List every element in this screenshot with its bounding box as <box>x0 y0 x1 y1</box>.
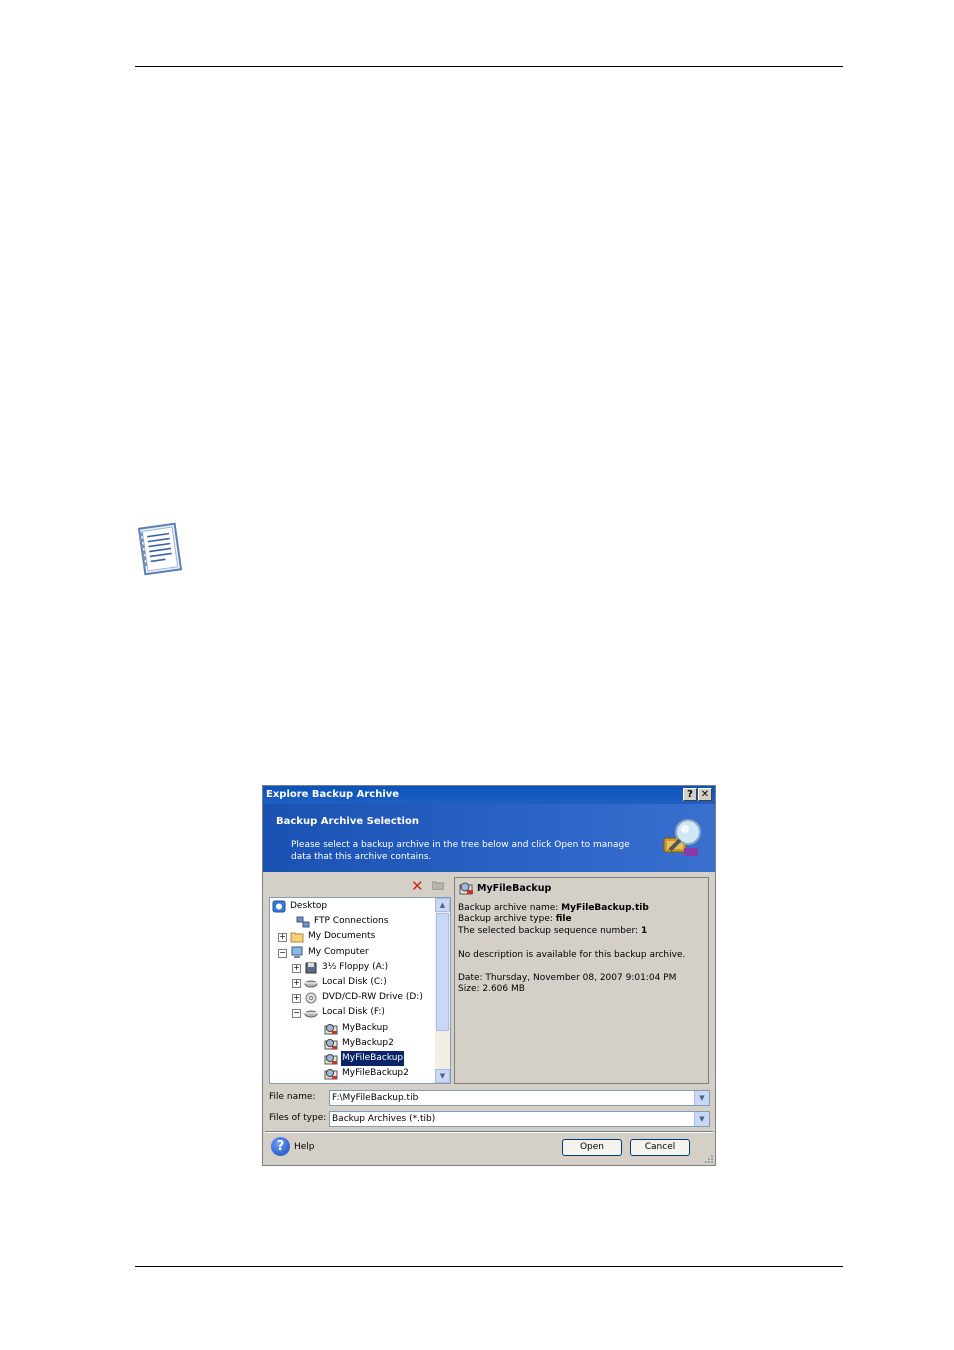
file-name-label: File name: <box>269 1092 316 1102</box>
cdrom-icon <box>305 992 317 1004</box>
archive-icon <box>324 1038 338 1050</box>
archive-magnifier-icon <box>663 819 701 856</box>
expand-icon[interactable]: + <box>292 963 301 973</box>
info-archive-type: Backup archive type: file <box>458 914 572 924</box>
collapse-icon[interactable]: − <box>278 948 287 958</box>
file-name-input[interactable]: F:\MyFileBackup.tib ▼ <box>329 1090 710 1106</box>
new-folder-icon[interactable] <box>432 881 444 890</box>
info-title: MyFileBackup <box>477 883 552 894</box>
archive-info-panel: MyFileBackup Backup archive name: MyFile… <box>454 877 709 1084</box>
tree-item-label: Local Disk (F:) <box>322 1007 385 1018</box>
tree-item-label: MyFileBackup <box>341 1051 405 1066</box>
collapse-icon[interactable]: − <box>292 1009 301 1019</box>
header-rule <box>135 66 843 67</box>
tree-item-label: MyBackup2 <box>342 1037 394 1048</box>
ftp-icon <box>296 916 310 928</box>
tree-item[interactable]: MyBackup2 <box>314 1036 395 1051</box>
chevron-down-icon[interactable]: ▼ <box>694 1112 709 1126</box>
file-type-label: Files of type: <box>269 1113 327 1123</box>
archive-icon <box>459 882 473 895</box>
info-sequence-number: The selected backup sequence number: 1 <box>458 926 648 936</box>
dialog-banner: Backup Archive Selection Please select a… <box>263 804 715 872</box>
expand-icon[interactable]: + <box>292 994 301 1004</box>
tree-item-label: My Documents <box>308 931 376 942</box>
tree-item[interactable]: − Local Disk (F:) <box>292 1005 386 1020</box>
explore-backup-archive-dialog: Explore Backup Archive ? ✕ Backup Archiv… <box>262 785 716 1166</box>
info-size: Size: 2.606 MB <box>458 984 525 994</box>
tree-toolbar: ✕ <box>269 877 451 897</box>
banner-description: Please select a backup archive in the tr… <box>291 840 630 862</box>
tree-item-label: Desktop <box>290 901 328 911</box>
folder-icon <box>290 932 304 943</box>
title-help-button[interactable]: ? <box>683 788 697 801</box>
scroll-up-button[interactable]: ▲ <box>435 898 450 912</box>
dialog-title: Explore Backup Archive <box>266 789 400 800</box>
tree-item[interactable]: + My Documents <box>278 929 376 944</box>
info-description: No description is available for this bac… <box>458 950 686 960</box>
dialog-separator <box>265 1131 713 1133</box>
file-type-select[interactable]: Backup Archives (*.tib) ▼ <box>329 1111 710 1127</box>
expand-icon[interactable]: + <box>278 933 287 943</box>
delete-icon[interactable]: ✕ <box>411 879 424 894</box>
floppy-icon <box>305 962 317 974</box>
resize-grip-icon[interactable] <box>703 1153 713 1163</box>
chevron-down-icon[interactable]: ▼ <box>694 1091 709 1105</box>
tree-item[interactable]: + Local Disk (C:) <box>292 975 388 990</box>
scroll-down-button[interactable]: ▼ <box>435 1069 450 1083</box>
tree-scrollbar[interactable]: ▲ ▼ <box>435 898 450 1083</box>
tree-item-label: MyBackup <box>342 1022 389 1033</box>
tree-item-label: My Computer <box>308 946 369 957</box>
tree-item-label: MyFileBackup2 <box>342 1068 409 1079</box>
tree-item[interactable]: + DVD/CD-RW Drive (D:) <box>292 990 424 1005</box>
footer-rule <box>135 1266 843 1267</box>
tree-item[interactable]: − My Computer <box>278 945 370 960</box>
note-icon <box>137 522 183 576</box>
tree-item-label: 3½ Floppy (A:) <box>322 961 389 972</box>
tree-item-label: Local Disk (C:) <box>322 977 387 987</box>
help-link[interactable]: Help <box>294 1142 315 1152</box>
scroll-thumb[interactable] <box>436 913 449 1031</box>
tree-item[interactable]: +3½ Floppy (A:) <box>292 960 389 975</box>
archive-icon <box>324 1069 338 1080</box>
tree-item[interactable]: MyBackup <box>314 1021 389 1036</box>
tree-item[interactable]: MyFileBackup <box>314 1051 405 1066</box>
computer-icon <box>291 946 303 958</box>
desktop-icon <box>272 900 286 913</box>
disk-icon <box>304 1010 318 1018</box>
archive-icon <box>324 1054 338 1065</box>
info-archive-name: Backup archive name: MyFileBackup.tib <box>458 903 649 913</box>
open-button[interactable]: Open <box>562 1139 622 1156</box>
tree-item-label: FTP Connections <box>314 916 389 927</box>
archive-icon <box>324 1023 338 1035</box>
file-name-value: F:\MyFileBackup.tib <box>332 1093 419 1103</box>
cancel-button[interactable]: Cancel <box>630 1139 690 1156</box>
help-icon[interactable]: ? <box>271 1137 290 1156</box>
disk-icon <box>304 980 318 988</box>
folder-tree[interactable]: MyFileBackup2 MyFileBackup MyBackup2 MyBack… <box>269 897 451 1084</box>
tree-item[interactable]: Desktop <box>272 899 328 914</box>
title-close-button[interactable]: ✕ <box>698 788 712 801</box>
tree-item-label: DVD/CD-RW Drive (D:) <box>322 992 423 1003</box>
dialog-title-bar[interactable]: Explore Backup Archive <box>263 786 715 804</box>
tree-item[interactable]: MyFileBackup2 <box>314 1066 410 1081</box>
tree-item[interactable]: FTP Connections <box>286 914 389 929</box>
info-date: Date: Thursday, November 08, 2007 9:01:0… <box>458 973 677 983</box>
expand-icon[interactable]: + <box>292 979 301 988</box>
banner-title: Backup Archive Selection <box>276 816 419 827</box>
file-type-value: Backup Archives (*.tib) <box>332 1114 436 1124</box>
